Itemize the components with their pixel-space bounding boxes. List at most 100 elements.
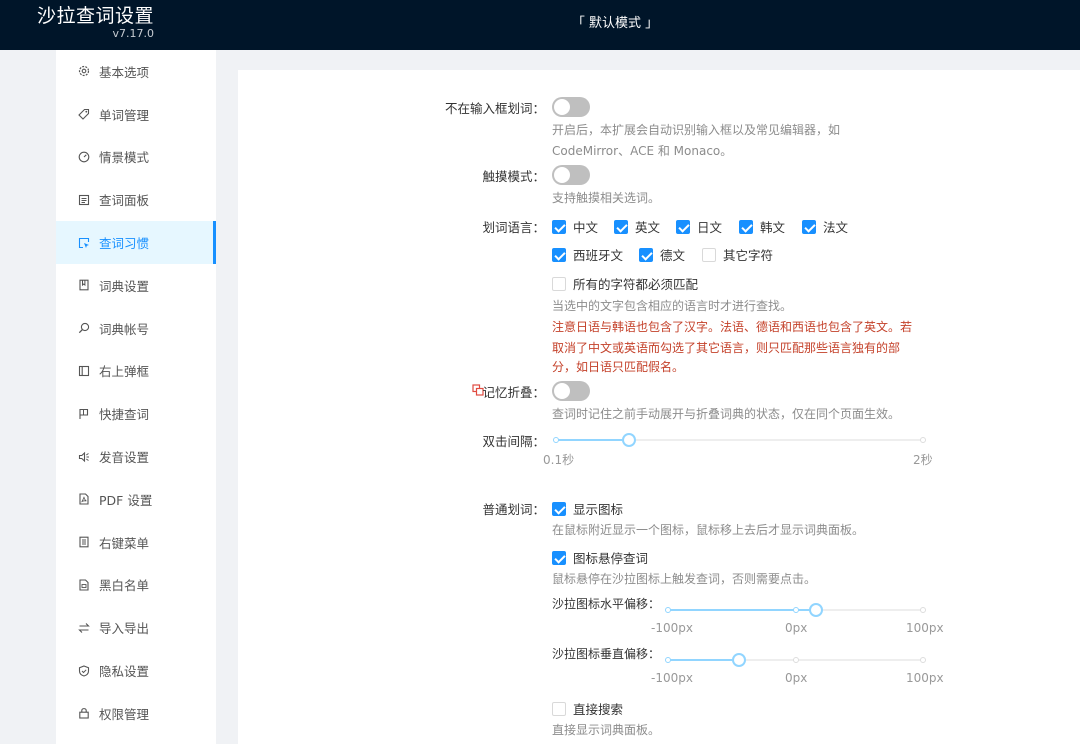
lang-checkbox-korean[interactable]: 韩文	[739, 217, 785, 236]
double-click-slider[interactable]	[553, 433, 926, 447]
checkbox-box	[552, 501, 566, 516]
h-offset-slider[interactable]	[665, 603, 926, 617]
h-offset-max: 100px	[906, 621, 944, 635]
checkbox-label: 法文	[823, 220, 849, 235]
sidebar-item-label: PDF 设置	[99, 492, 153, 508]
sidebar-item-label: 权限管理	[99, 706, 150, 722]
sound-icon	[78, 451, 90, 463]
v-offset-mid: 0px	[785, 671, 808, 685]
sidebar-item-context-menu[interactable]: 右键菜单	[56, 521, 216, 564]
sidebar-item-label: 快捷查词	[99, 407, 150, 423]
languages-label: 划词语言：	[482, 220, 545, 235]
sidebar-item-label: 情景模式	[99, 150, 150, 166]
checkbox-label: 直接搜索	[573, 702, 624, 717]
sidebar-item-dict-settings[interactable]: 词典设置	[56, 264, 216, 307]
checkbox-label: 日文	[697, 220, 723, 235]
sidebar-item-label: 单词管理	[99, 107, 150, 123]
sidebar-item-basic[interactable]: 基本选项	[56, 50, 216, 93]
no-input-select-label: 不在输入框划词：	[444, 101, 545, 116]
languages-warning-3: 分，如日语只匹配假名。	[552, 360, 685, 374]
languages-warning-2: 取消了中文或英语而勾选了其它语言，则只匹配那些语言独有的部	[552, 341, 901, 355]
checkbox-label: 所有的字符都必须匹配	[573, 277, 699, 292]
no-input-select-desc-2: CodeMirror、ACE 和 Monaco。	[552, 144, 733, 158]
slider-dot	[920, 607, 926, 613]
slider-handle[interactable]	[732, 653, 747, 667]
sidebar-item-pdf[interactable]: PDF 设置	[56, 478, 216, 521]
menu-icon	[78, 536, 90, 548]
sidebar-item-dict-panel[interactable]: 查词面板	[56, 178, 216, 221]
sidebar-item-dict-accounts[interactable]: 词典帐号	[56, 307, 216, 350]
sidebar-item-label: 基本选项	[99, 64, 150, 80]
lang-checkbox-french[interactable]: 法文	[802, 217, 848, 236]
h-offset-mid: 0px	[785, 621, 808, 635]
slider-handle[interactable]	[622, 433, 637, 447]
lang-checkbox-chinese[interactable]: 中文	[552, 217, 598, 236]
checkbox-box	[552, 276, 566, 291]
flag-icon	[78, 408, 90, 420]
sidebar-item-search-habits[interactable]: 查词习惯	[56, 221, 216, 264]
sidebar-item-label: 右上弹框	[99, 364, 150, 380]
languages-warning-1: 注意日语与韩语也包含了汉字。法语、德语和西语也包含了英文。若	[552, 320, 913, 334]
checkbox-box	[552, 219, 566, 234]
v-offset-label: 沙拉图标垂直偏移：	[552, 647, 661, 661]
shield-icon	[78, 664, 90, 677]
sidebar-item-pronunciation[interactable]: 发音设置	[56, 435, 216, 478]
checkbox-box	[639, 247, 653, 262]
checkbox-box	[702, 247, 716, 262]
slider-track	[556, 439, 630, 441]
match-all-checkbox[interactable]: 所有的字符都必须匹配	[552, 274, 698, 293]
dashboard-icon	[78, 151, 90, 163]
layout-icon	[78, 365, 90, 377]
slider-handle[interactable]	[808, 603, 823, 617]
slider-dot	[665, 607, 671, 613]
sidebar-item-blacklist[interactable]: 黑白名单	[56, 564, 216, 607]
sidebar-item-permissions[interactable]: 权限管理	[56, 692, 216, 735]
hover-icon-checkbox[interactable]: 图标悬停查词	[552, 548, 648, 567]
lang-checkbox-german[interactable]: 德文	[639, 245, 685, 264]
sidebar: 基本选项 单词管理 情景模式 查词面板 查词习惯 词典设置 词典帐号 右上弹框 …	[56, 50, 216, 744]
direct-search-desc: 直接显示词典面板。	[552, 723, 661, 737]
direct-search-checkbox[interactable]: 直接搜索	[552, 699, 623, 718]
checkbox-box	[552, 247, 566, 262]
sidebar-item-import-export[interactable]: 导入导出	[56, 606, 216, 649]
remember-fold-label: 记忆折叠：	[482, 385, 545, 400]
touch-mode-label: 触摸模式：	[482, 169, 545, 184]
remember-fold-switch[interactable]	[552, 381, 590, 401]
lang-checkbox-others[interactable]: 其它字符	[702, 245, 773, 264]
lang-checkbox-spanish[interactable]: 西班牙文	[552, 245, 623, 264]
slider-dot	[920, 657, 926, 663]
v-offset-max: 100px	[906, 671, 944, 685]
show-icon-checkbox[interactable]: 显示图标	[552, 499, 623, 518]
panel-icon	[78, 194, 90, 206]
touch-mode-switch[interactable]	[552, 165, 590, 185]
sidebar-item-profiles[interactable]: 情景模式	[56, 136, 216, 179]
sidebar-item-label: 黑白名单	[99, 578, 150, 594]
checkbox-box	[802, 219, 816, 234]
list-icon	[78, 579, 90, 591]
sidebar-item-quick-search[interactable]: 快捷查词	[56, 392, 216, 435]
lang-checkbox-japanese[interactable]: 日文	[676, 217, 722, 236]
checkbox-label: 显示图标	[573, 502, 624, 517]
sidebar-item-popup[interactable]: 右上弹框	[56, 350, 216, 393]
checkbox-label: 德文	[660, 248, 686, 263]
sidebar-item-label: 查词习惯	[99, 236, 150, 252]
book-icon	[78, 279, 90, 291]
sidebar-item-label: 词典设置	[99, 278, 150, 294]
v-offset-slider[interactable]	[665, 653, 926, 667]
sidebar-item-privacy[interactable]: 隐私设置	[56, 649, 216, 692]
double-click-label: 双击间隔：	[482, 434, 545, 449]
no-input-select-switch[interactable]	[552, 97, 590, 117]
sidebar-item-words[interactable]: 单词管理	[56, 93, 216, 136]
double-click-min-label: 0.1秒	[543, 453, 575, 467]
pdf-icon	[78, 493, 90, 505]
checkbox-label: 韩文	[760, 220, 786, 235]
checkbox-box	[552, 550, 566, 565]
app-header: 沙拉查词设置 v7.17.0 「 默认模式 」	[0, 0, 1080, 50]
slider-dot	[920, 437, 926, 443]
current-mode[interactable]: 「 默认模式 」	[0, 12, 1080, 31]
double-click-max-label: 2秒	[913, 453, 933, 467]
gear-icon	[78, 65, 90, 77]
v-offset-min: -100px	[651, 671, 693, 685]
lang-checkbox-english[interactable]: 英文	[614, 217, 660, 236]
remember-fold-desc: 查词时记住之前手动展开与折叠词典的状态，仅在同个页面生效。	[552, 407, 901, 421]
